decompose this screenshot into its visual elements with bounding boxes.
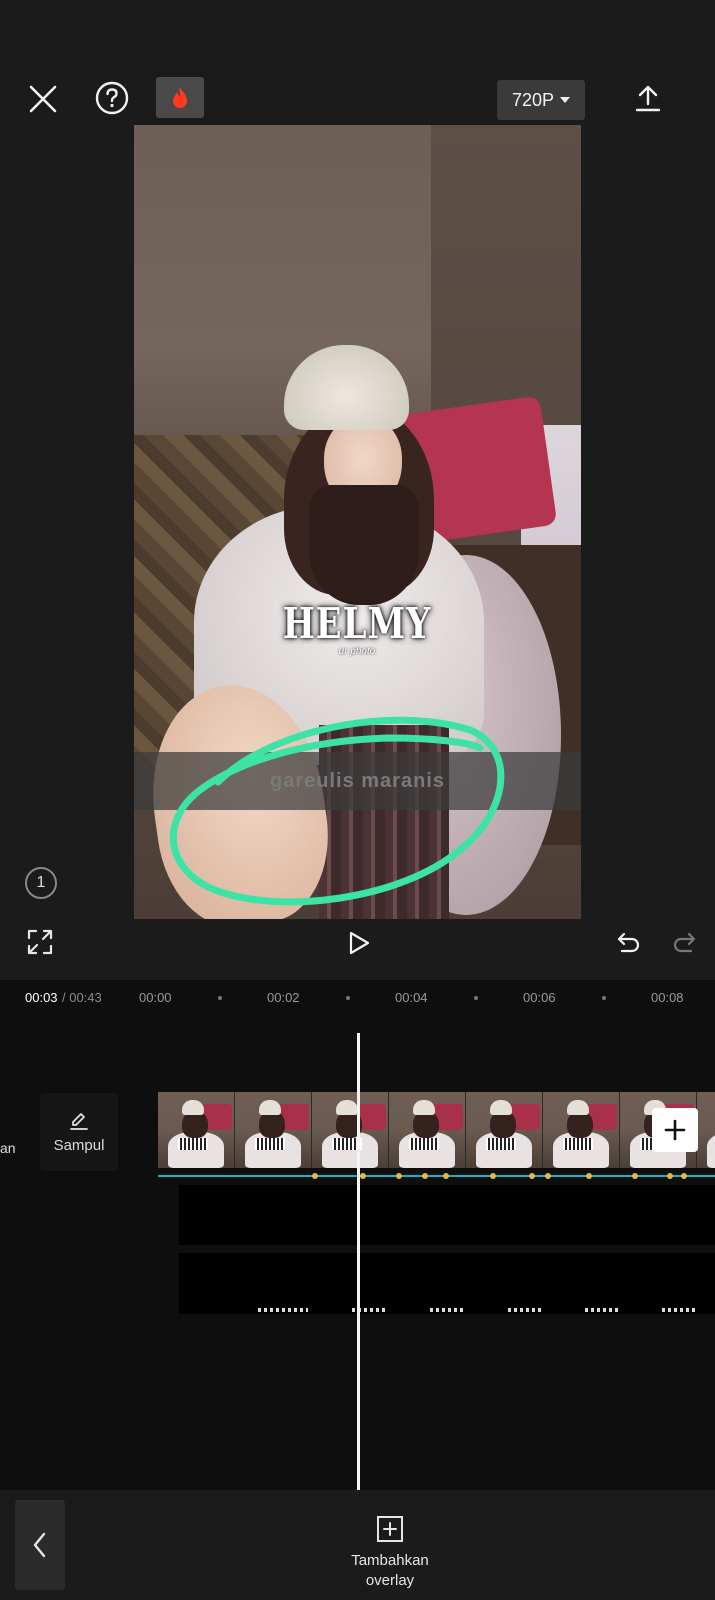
- fullscreen-button[interactable]: [26, 928, 54, 956]
- clip-count-badge: 1: [25, 867, 57, 899]
- overlay-track[interactable]: [179, 1253, 715, 1314]
- resolution-dropdown[interactable]: 720P: [497, 80, 585, 120]
- pro-feature-button[interactable]: [156, 77, 204, 118]
- clip-thumbnail: [697, 1092, 715, 1168]
- chevron-left-icon: [33, 1532, 46, 1558]
- sticker-logo[interactable]: HELMY ur photo: [282, 590, 432, 670]
- add-clip-button[interactable]: [652, 1108, 698, 1152]
- keyframe-dot: [632, 1173, 638, 1179]
- add-overlay-button[interactable]: Tambahkan overlay: [320, 1515, 460, 1591]
- keyframe-dot: [422, 1173, 428, 1179]
- overlay-clip-marker: [585, 1308, 621, 1312]
- overlay-clip-marker: [662, 1308, 698, 1312]
- tick-dot: [602, 996, 606, 1000]
- keyframe-dot: [529, 1173, 535, 1179]
- export-button[interactable]: [628, 78, 668, 118]
- undo-icon: [617, 932, 640, 953]
- time-ruler[interactable]: 00:03 / 00:43 00:00 00:02 00:04 00:06 00…: [0, 980, 715, 1012]
- tick-label: 00:04: [395, 990, 428, 1005]
- play-icon: [349, 931, 370, 955]
- close-button[interactable]: [22, 78, 64, 120]
- help-icon: [95, 81, 129, 115]
- overlay-track[interactable]: [179, 1185, 715, 1245]
- preview-cap: [284, 345, 409, 430]
- fire-icon: [173, 86, 187, 108]
- add-overlay-label-line1: Tambahkan: [351, 1552, 429, 1569]
- keyframe-dot: [312, 1173, 318, 1179]
- help-button[interactable]: [92, 78, 132, 118]
- export-icon: [635, 85, 661, 112]
- clip-thumbnail: [466, 1092, 543, 1168]
- keyframe-dot: [443, 1173, 449, 1179]
- tick-label: 00:08: [651, 990, 684, 1005]
- tick-dot: [218, 996, 222, 1000]
- tick-label: 00:02: [267, 990, 300, 1005]
- undo-button[interactable]: [615, 930, 643, 956]
- overlay-clip-marker: [430, 1308, 466, 1312]
- add-overlay-label-line2: overlay: [365, 1572, 415, 1589]
- cover-button[interactable]: Sampul: [40, 1093, 118, 1171]
- clip-thumbnail: [235, 1092, 312, 1168]
- tick-dot: [474, 996, 478, 1000]
- keyframe-dot: [396, 1173, 402, 1179]
- main-video-clip[interactable]: [158, 1092, 715, 1168]
- fullscreen-icon: [27, 929, 53, 955]
- overlay-clip-marker: [258, 1308, 308, 1312]
- keyframe-dot: [667, 1173, 673, 1179]
- tick-label: 00:00: [139, 990, 172, 1005]
- annotation-circle: [169, 716, 505, 906]
- plus-icon: [664, 1119, 686, 1141]
- redo-button[interactable]: [670, 930, 698, 956]
- keyframe-dot: [586, 1173, 592, 1179]
- clip-thumbnail: [158, 1092, 235, 1168]
- playhead[interactable]: [357, 1033, 360, 1490]
- resolution-label: 720P: [511, 89, 555, 110]
- redo-icon: [673, 932, 696, 953]
- cover-label: Sampul: [53, 1136, 105, 1154]
- keyframe-dot: [490, 1173, 496, 1179]
- total-time: / 00:43: [62, 990, 102, 1005]
- keyframe-dot: [545, 1173, 551, 1179]
- add-overlay-icon: [377, 1516, 403, 1542]
- clip-thumbnail: [312, 1092, 389, 1168]
- track-side-label: an: [0, 1140, 16, 1156]
- keyframe-dot: [681, 1173, 687, 1179]
- add-overlay-label: Tambahkan overlay: [351, 1551, 429, 1591]
- caret-down-icon: [560, 97, 571, 103]
- tick-dot: [346, 996, 350, 1000]
- keyframe-dot: [360, 1173, 366, 1179]
- clip-thumbnail: [543, 1092, 620, 1168]
- clip-thumbnail: [389, 1092, 466, 1168]
- logo-main-text: HELMY: [282, 598, 432, 649]
- close-icon: [29, 85, 57, 113]
- play-button[interactable]: [344, 928, 374, 958]
- tick-label: 00:06: [523, 990, 556, 1005]
- edit-icon: [70, 1112, 88, 1130]
- preview-scarf: [309, 485, 419, 605]
- current-time: 00:03: [25, 990, 58, 1005]
- overlay-clip-marker: [508, 1308, 544, 1312]
- back-button[interactable]: [15, 1500, 65, 1590]
